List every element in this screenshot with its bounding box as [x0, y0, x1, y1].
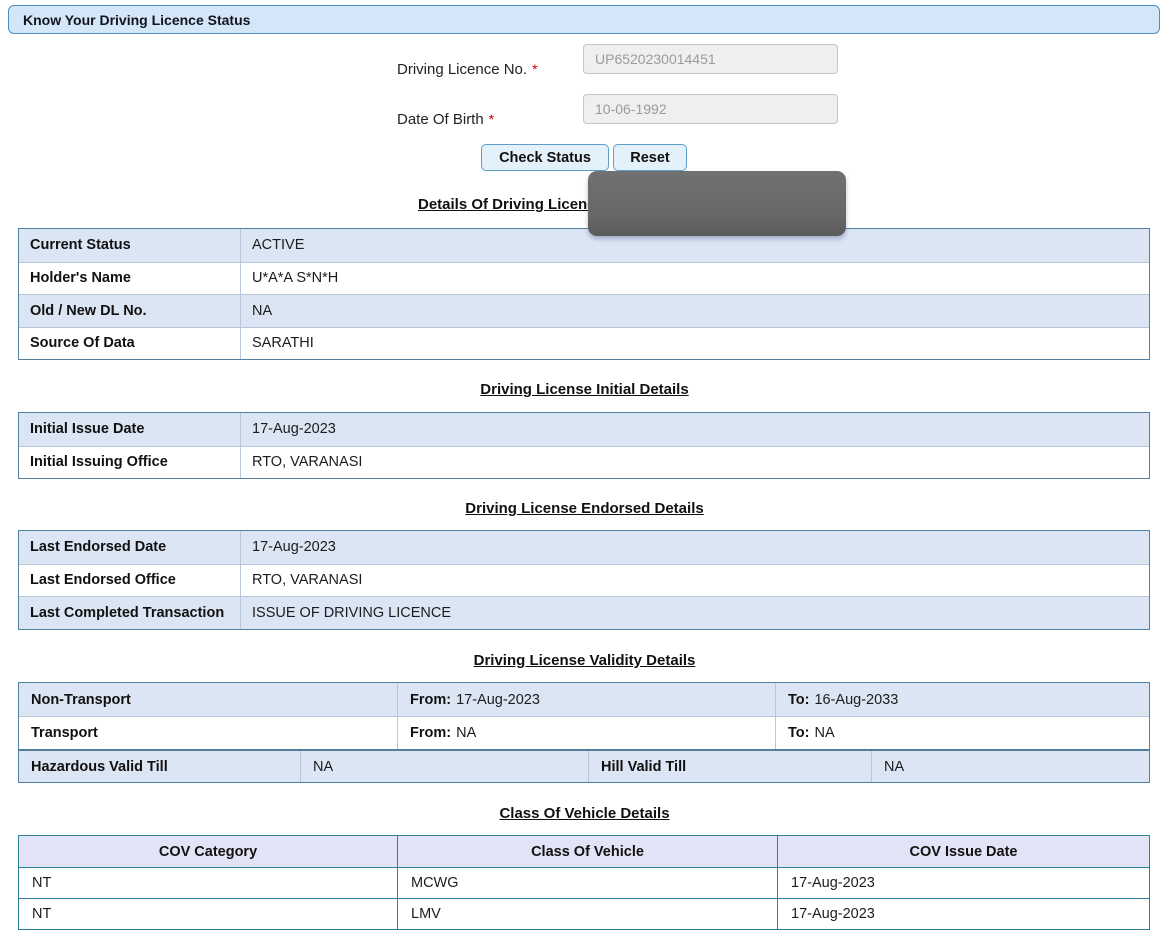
cov-details-table: COV Category Class Of Vehicle COV Issue … — [18, 835, 1150, 930]
table-header-row: COV Category Class Of Vehicle COV Issue … — [19, 836, 1149, 867]
table-row: Last Endorsed Date 17-Aug-2023 — [19, 531, 1149, 564]
holder-details-heading: Details Of Driving Licence — [418, 196, 604, 213]
validity-to-cell: To: NA — [776, 717, 1149, 749]
initial-details-heading: Driving License Initial Details — [480, 381, 689, 398]
to-value: NA — [814, 725, 835, 741]
row-label: Transport — [19, 717, 398, 749]
dl-number-label-text: Driving Licence No. — [397, 61, 528, 78]
cov-issue-date-cell: 17-Aug-2023 — [791, 906, 875, 922]
validity-to-cell: To: 16-Aug-2033 — [776, 683, 1149, 716]
from-value: 17-Aug-2023 — [456, 691, 540, 708]
dob-label: Date Of Birth * — [397, 111, 494, 128]
row-value: ISSUE OF DRIVING LICENCE — [252, 604, 452, 621]
from-label: From: — [410, 691, 452, 708]
check-status-button[interactable]: Check Status — [481, 144, 609, 171]
row-label: Last Completed Transaction — [19, 597, 241, 629]
cov-class-cell: LMV — [398, 899, 778, 929]
table-row: Initial Issuing Office RTO, VARANASI — [19, 445, 1149, 478]
row-value: 17-Aug-2023 — [252, 539, 336, 556]
cov-class-cell: MCWG — [398, 868, 778, 898]
endorsed-details-table: Last Endorsed Date 17-Aug-2023 Last Endo… — [18, 530, 1150, 630]
table-row: Current Status ACTIVE — [19, 229, 1149, 262]
dl-number-input[interactable] — [583, 44, 838, 74]
table-row: Transport From: NA To: NA — [19, 716, 1149, 749]
page-title: Know Your Driving Licence Status — [23, 11, 251, 28]
table-row: Initial Issue Date 17-Aug-2023 — [19, 413, 1149, 446]
cov-category-cell: NT — [19, 899, 398, 929]
column-header: Class Of Vehicle — [398, 836, 778, 867]
row-label: Last Endorsed Office — [19, 564, 241, 596]
row-label: Holder's Name — [19, 262, 241, 294]
column-header: COV Category — [19, 836, 398, 867]
row-value: NA — [884, 758, 905, 775]
hazardous-hill-table: Hazardous Valid Till NA Hill Valid Till … — [18, 750, 1150, 783]
dl-number-required-mark: * — [532, 61, 538, 77]
to-label: To: — [788, 725, 810, 741]
reset-button[interactable]: Reset — [613, 144, 687, 171]
validity-from-cell: From: 17-Aug-2023 — [398, 683, 776, 716]
row-value: NA — [252, 302, 273, 319]
table-row: Non-Transport From: 17-Aug-2023 To: 16-A… — [19, 683, 1149, 716]
validity-details-table: Non-Transport From: 17-Aug-2023 To: 16-A… — [18, 682, 1150, 750]
to-value: 16-Aug-2033 — [814, 691, 899, 708]
validity-details-heading: Driving License Validity Details — [473, 652, 696, 669]
validity-from-cell: From: NA — [398, 717, 776, 749]
cov-details-heading: Class Of Vehicle Details — [499, 805, 670, 822]
cov-category-cell: NT — [19, 868, 398, 898]
row-value: SARATHI — [252, 335, 314, 352]
page-title-bar: Know Your Driving Licence Status — [8, 5, 1160, 34]
table-row: NT LMV 17-Aug-2023 — [19, 898, 1149, 929]
dl-number-label: Driving Licence No. * — [397, 61, 538, 78]
row-label: Last Endorsed Date — [19, 531, 241, 564]
dob-label-text: Date Of Birth — [397, 111, 484, 128]
row-label: Hazardous Valid Till — [19, 751, 301, 782]
row-value: NA — [301, 751, 589, 782]
row-label: Initial Issue Date — [19, 413, 241, 446]
row-label: Old / New DL No. — [19, 295, 241, 327]
column-header: COV Issue Date — [909, 843, 1018, 860]
row-label: Current Status — [19, 229, 241, 262]
from-label: From: — [410, 725, 452, 741]
table-row: Holder's Name U*A*A S*N*H — [19, 261, 1149, 294]
to-label: To: — [788, 691, 810, 708]
row-label: Hill Valid Till — [589, 751, 872, 782]
cov-issue-date-cell: 17-Aug-2023 — [791, 875, 875, 891]
table-row: Old / New DL No. NA — [19, 294, 1149, 327]
from-value: NA — [456, 725, 477, 741]
redaction-overlay — [588, 171, 846, 236]
row-value: U*A*A S*N*H — [252, 270, 339, 287]
row-label: Non-Transport — [19, 683, 398, 716]
endorsed-details-heading: Driving License Endorsed Details — [465, 500, 704, 517]
table-row: Hazardous Valid Till NA Hill Valid Till … — [19, 751, 1149, 782]
row-label: Source Of Data — [19, 327, 241, 359]
table-row: NT MCWG 17-Aug-2023 — [19, 867, 1149, 898]
row-value: RTO, VARANASI — [252, 454, 363, 471]
holder-details-table: Current Status ACTIVE Holder's Name U*A*… — [18, 228, 1150, 360]
table-row: Last Endorsed Office RTO, VARANASI — [19, 563, 1149, 596]
row-value: 17-Aug-2023 — [252, 421, 336, 438]
dob-required-mark: * — [488, 111, 495, 127]
dob-input[interactable] — [583, 94, 838, 124]
initial-details-table: Initial Issue Date 17-Aug-2023 Initial I… — [18, 412, 1150, 479]
row-label: Initial Issuing Office — [19, 446, 241, 478]
table-row: Source Of Data SARATHI — [19, 326, 1149, 359]
row-value: RTO, VARANASI — [252, 572, 363, 589]
dl-status-page: Know Your Driving Licence Status Driving… — [0, 0, 1169, 942]
table-row: Last Completed Transaction ISSUE OF DRIV… — [19, 596, 1149, 629]
